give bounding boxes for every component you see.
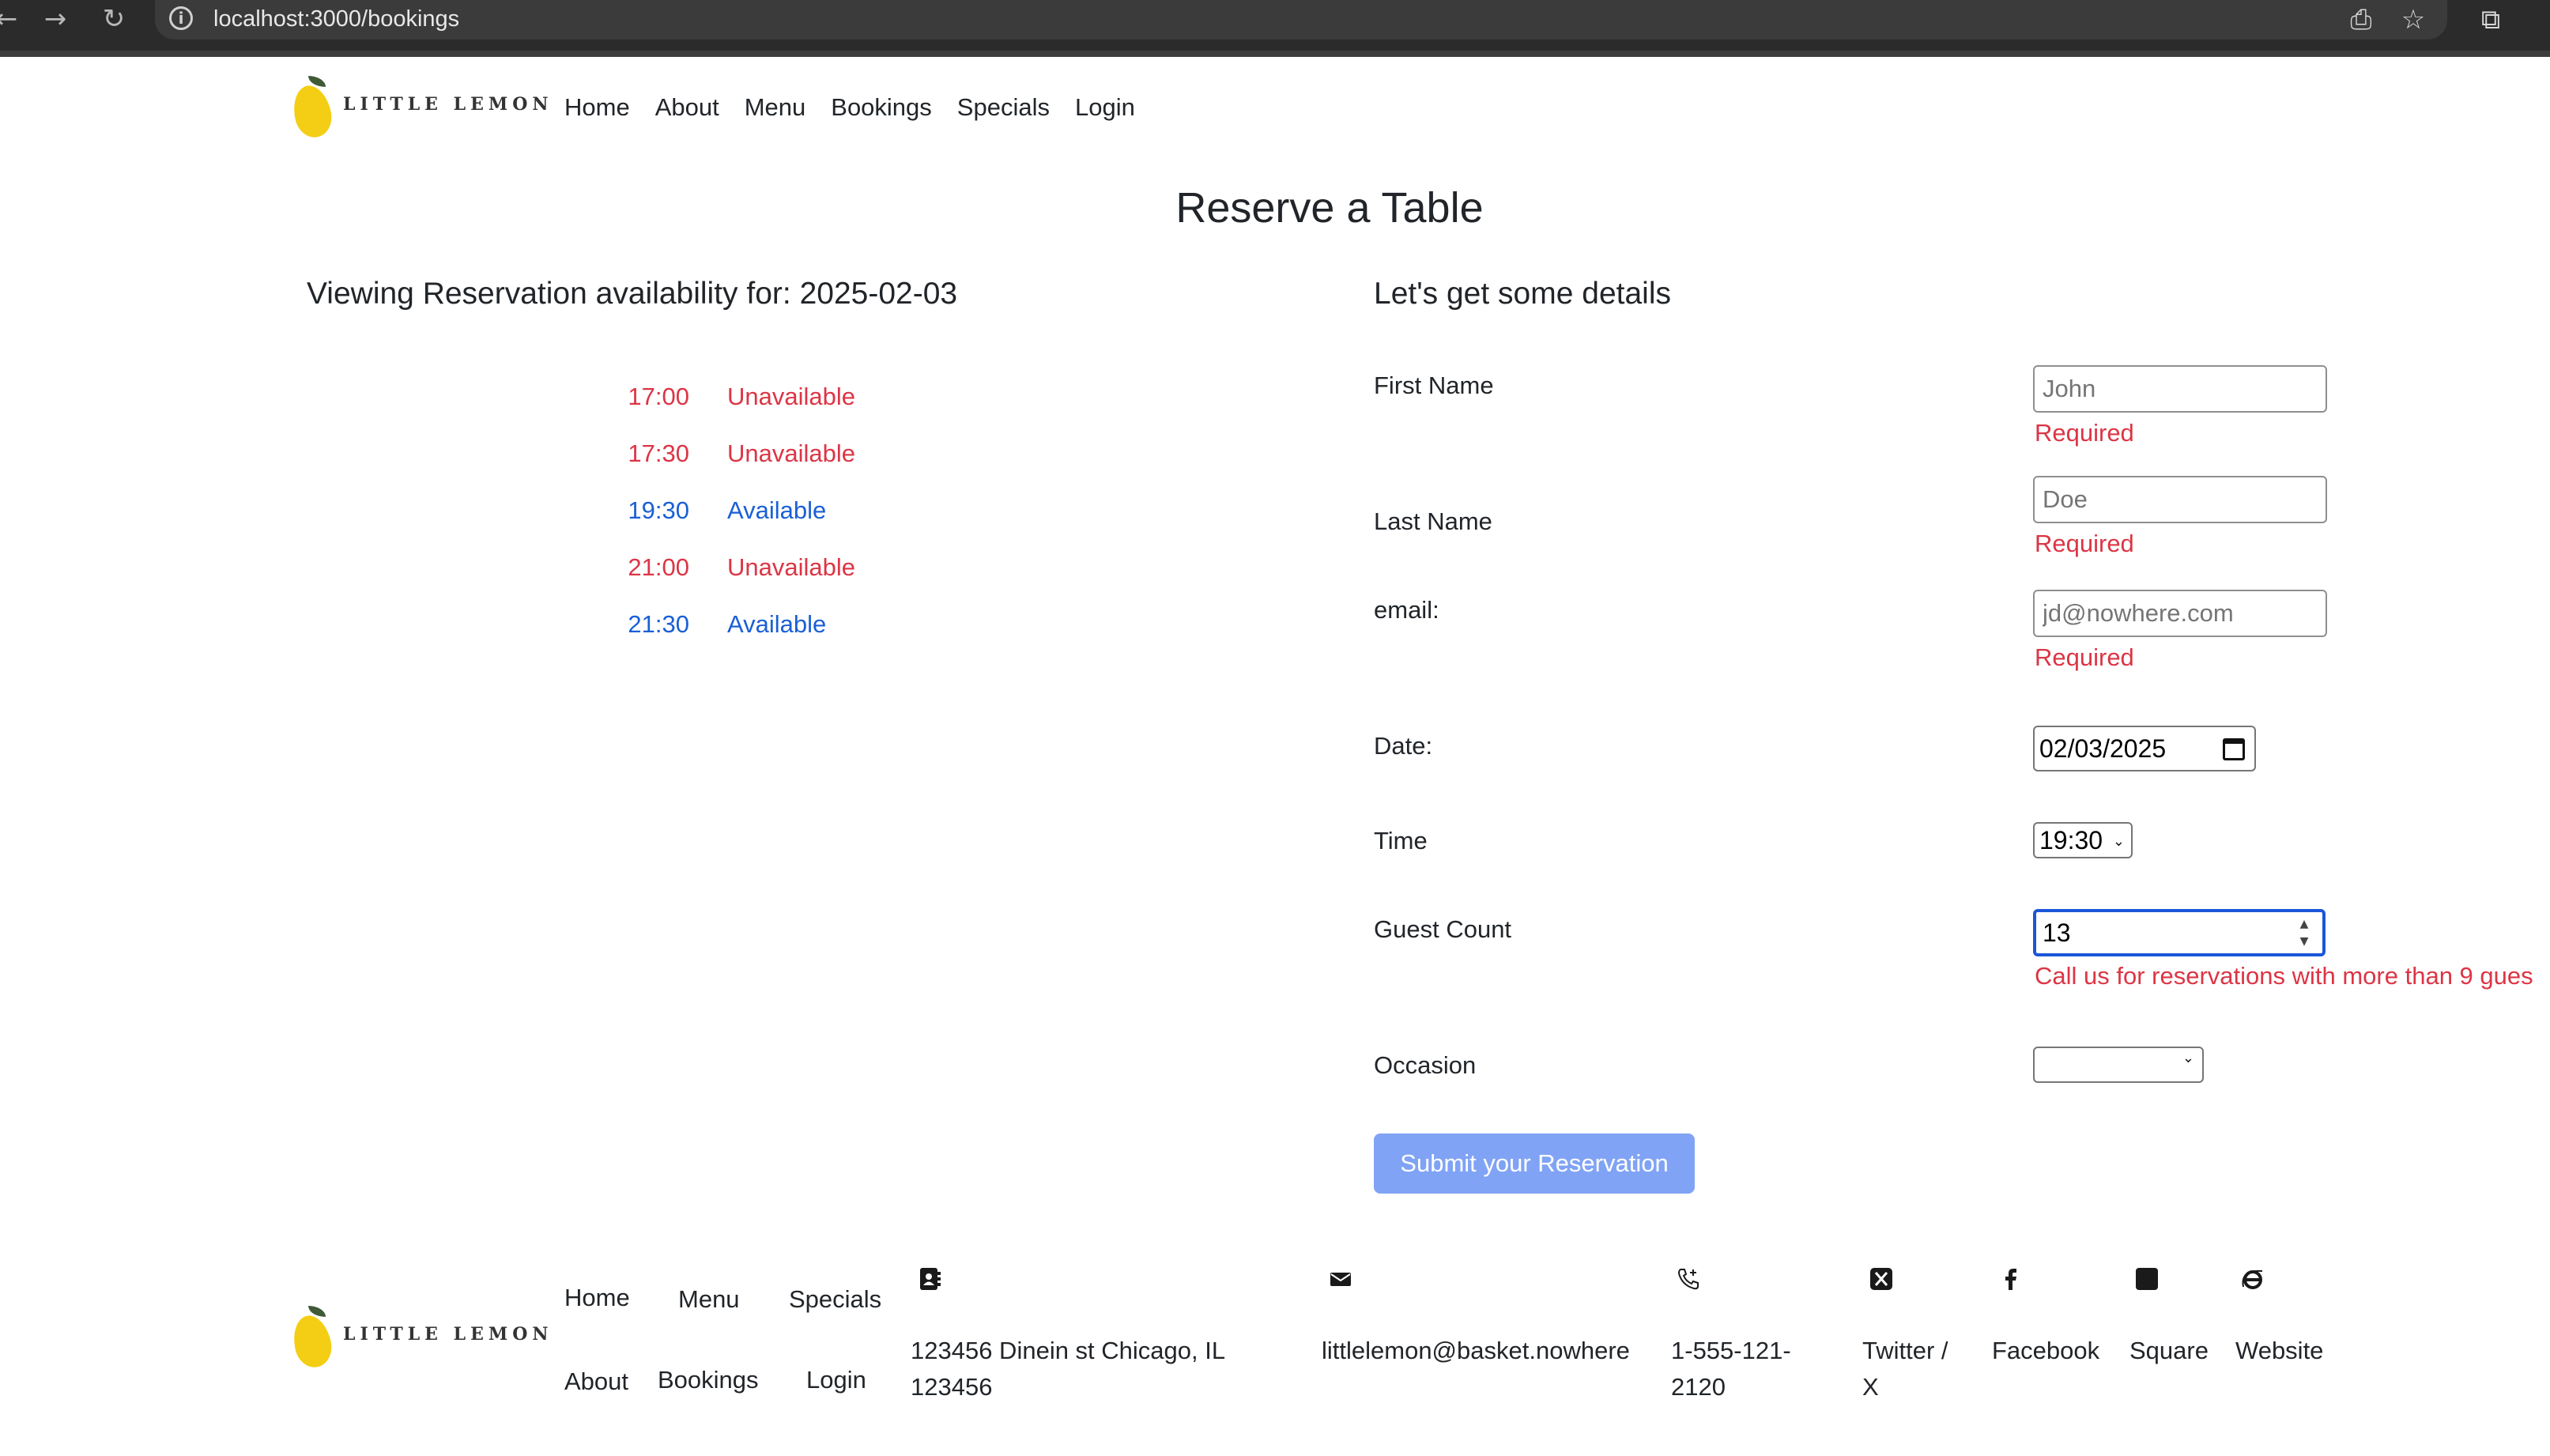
list-item: 21:30 Available bbox=[585, 610, 826, 639]
stepper-arrows-icon[interactable]: ▲ ▼ bbox=[2295, 915, 2313, 950]
footer-phone[interactable]: 1-555-121- 2120 bbox=[1671, 1333, 1791, 1405]
browser-toolbar: ← → ↻ i localhost:3000/bookings ⎙ ☆ ⧉ bbox=[0, 0, 2550, 57]
time-select[interactable]: 19:30 ⌄ bbox=[2033, 822, 2133, 858]
twitter-line: Twitter / bbox=[1862, 1337, 1948, 1364]
submit-reservation-button[interactable]: Submit your Reservation bbox=[1374, 1133, 1695, 1194]
footer-link-bookings[interactable]: Bookings bbox=[658, 1366, 759, 1394]
guest-count-value: 13 bbox=[2043, 918, 2071, 947]
footer-link-specials[interactable]: Specials bbox=[789, 1285, 881, 1314]
extensions-icon[interactable]: ⧉ bbox=[2473, 2, 2509, 38]
page-title: Reserve a Table bbox=[1175, 184, 1484, 232]
last-name-field[interactable] bbox=[2033, 476, 2327, 523]
address-url[interactable]: localhost:3000/bookings bbox=[213, 5, 459, 33]
phone-line: 2120 bbox=[1671, 1373, 1726, 1401]
back-arrow-icon[interactable]: ← bbox=[0, 0, 30, 38]
footer-link-home[interactable]: Home bbox=[564, 1284, 630, 1312]
time-value: 19:30 bbox=[2039, 826, 2103, 854]
chevron-down-icon: ⌄ bbox=[2182, 1050, 2194, 1066]
slot-time: 21:30 bbox=[628, 610, 689, 638]
list-item: 17:00 Unavailable bbox=[585, 383, 855, 411]
email-field[interactable] bbox=[2033, 590, 2327, 637]
form-heading: Let's get some details bbox=[1374, 277, 1671, 311]
reload-icon[interactable]: ↻ bbox=[90, 0, 138, 38]
star-icon[interactable]: ☆ bbox=[2395, 2, 2431, 38]
twitter-line: X bbox=[1862, 1373, 1879, 1401]
footer-link-login[interactable]: Login bbox=[806, 1366, 866, 1394]
phone-line: 1-555-121- bbox=[1671, 1337, 1791, 1364]
footer-logo[interactable]: LITTLE LEMON bbox=[289, 1306, 553, 1371]
guest-count-stepper[interactable]: 13 ▲ ▼ bbox=[2033, 909, 2326, 956]
guest-count-error: Call us for reservations with more than … bbox=[2035, 962, 2533, 990]
first-name-error: Required bbox=[2035, 419, 2134, 447]
calendar-icon[interactable] bbox=[2223, 738, 2245, 760]
date-label: Date: bbox=[1374, 732, 1433, 760]
site-info-icon[interactable]: i bbox=[169, 6, 193, 30]
address-line: 123456 bbox=[911, 1373, 993, 1401]
address-book-icon bbox=[920, 1268, 941, 1290]
toolbar-divider bbox=[0, 51, 2550, 57]
occasion-select[interactable]: ⌄ bbox=[2033, 1047, 2204, 1083]
facebook-icon[interactable] bbox=[1998, 1266, 2024, 1292]
forward-arrow-icon[interactable]: → bbox=[32, 0, 79, 38]
address-bar[interactable]: i localhost:3000/bookings bbox=[155, 0, 2447, 40]
main-nav: Home About Menu Bookings Specials Login bbox=[564, 93, 1160, 122]
footer-link-menu[interactable]: Menu bbox=[678, 1285, 740, 1314]
slot-status: Unavailable bbox=[727, 439, 855, 467]
first-name-label: First Name bbox=[1374, 372, 1494, 399]
date-value: 02/03/2025 bbox=[2039, 734, 2167, 763]
list-item: 19:30 Available bbox=[585, 496, 826, 525]
last-name-error: Required bbox=[2035, 530, 2134, 557]
footer-address: 123456 Dinein st Chicago, IL 123456 bbox=[911, 1333, 1225, 1405]
last-name-label: Last Name bbox=[1374, 507, 1492, 535]
phone-plus-icon bbox=[1677, 1269, 1699, 1290]
twitter-x-icon[interactable] bbox=[1869, 1266, 1894, 1292]
slot-time: 19:30 bbox=[628, 496, 689, 524]
chevron-down-icon: ⌄ bbox=[2112, 833, 2125, 850]
address-line: 123456 Dinein st Chicago, IL bbox=[911, 1337, 1226, 1364]
guest-count-label: Guest Count bbox=[1374, 915, 1512, 943]
brand-name: LITTLE LEMON bbox=[343, 94, 553, 115]
slot-time: 17:30 bbox=[628, 439, 689, 467]
email-error: Required bbox=[2035, 643, 2134, 671]
date-field[interactable]: 02/03/2025 bbox=[2033, 726, 2256, 771]
footer-email[interactable]: littlelemon@basket.nowhere bbox=[1322, 1333, 1630, 1369]
square-icon[interactable] bbox=[2134, 1266, 2160, 1292]
slot-status: Unavailable bbox=[727, 383, 855, 410]
slot-time: 17:00 bbox=[628, 383, 689, 410]
first-name-field[interactable] bbox=[2033, 365, 2327, 413]
nav-bookings[interactable]: Bookings bbox=[831, 93, 932, 122]
slot-status: Available bbox=[727, 496, 827, 524]
lemon-icon bbox=[289, 1306, 336, 1371]
time-label: Time bbox=[1374, 827, 1428, 854]
occasion-label: Occasion bbox=[1374, 1051, 1477, 1079]
slot-status: Unavailable bbox=[727, 553, 855, 581]
list-item: 17:30 Unavailable bbox=[585, 439, 855, 468]
website-globe-icon[interactable] bbox=[2240, 1266, 2265, 1292]
footer-link-about[interactable]: About bbox=[564, 1367, 628, 1396]
nav-login[interactable]: Login bbox=[1075, 93, 1135, 122]
install-app-icon[interactable]: ⎙ bbox=[2343, 2, 2379, 38]
nav-home[interactable]: Home bbox=[564, 93, 630, 122]
slot-status: Available bbox=[727, 610, 827, 638]
nav-specials[interactable]: Specials bbox=[957, 93, 1050, 122]
footer-square-link[interactable]: Square bbox=[2129, 1333, 2209, 1369]
email-label: email: bbox=[1374, 596, 1439, 624]
availability-heading: Viewing Reservation availability for: 20… bbox=[307, 277, 958, 311]
slot-time: 21:00 bbox=[628, 553, 689, 581]
footer-brand-name: LITTLE LEMON bbox=[343, 1324, 553, 1345]
footer-twitter-link[interactable]: Twitter / X bbox=[1862, 1333, 1948, 1405]
nav-about[interactable]: About bbox=[655, 93, 719, 122]
header-logo[interactable]: LITTLE LEMON bbox=[289, 76, 553, 141]
lemon-icon bbox=[289, 76, 336, 141]
nav-menu[interactable]: Menu bbox=[745, 93, 806, 122]
list-item: 21:00 Unavailable bbox=[585, 553, 855, 582]
footer-facebook-link[interactable]: Facebook bbox=[1992, 1333, 2099, 1369]
footer-website-link[interactable]: Website bbox=[2235, 1333, 2323, 1369]
envelope-icon bbox=[1330, 1273, 1351, 1286]
